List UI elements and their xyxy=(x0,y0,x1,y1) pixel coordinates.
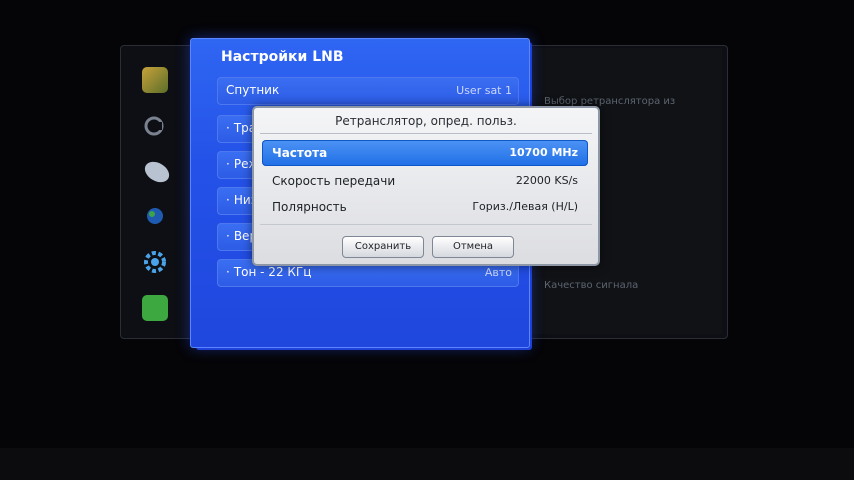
dialog-row-frequency[interactable]: Частота 10700 MHz xyxy=(262,140,588,166)
menu-item-satellite[interactable]: Спутник User sat 1 xyxy=(217,77,519,105)
dialog-row-polarity[interactable]: Полярность Гориз./Левая (H/L) xyxy=(262,194,588,220)
row-label: Скорость передачи xyxy=(272,174,396,188)
dialog-row-symbol-rate[interactable]: Скорость передачи 22000 KS/s xyxy=(262,168,588,194)
menu-category-rail xyxy=(128,55,190,335)
row-label: Частота xyxy=(272,146,328,160)
panel-title: Настройки LNB xyxy=(221,49,344,65)
help-text-signal: Качество сигнала xyxy=(544,280,639,291)
sound-icon[interactable] xyxy=(142,113,168,139)
picture-icon[interactable] xyxy=(142,67,168,93)
row-label: Полярность xyxy=(272,200,347,214)
broadcast-icon[interactable] xyxy=(142,159,170,185)
menu-item-label: Спутник xyxy=(226,83,280,97)
transponder-dialog: Ретранслятор, опред. польз. Частота 1070… xyxy=(252,106,600,266)
row-value: 10700 MHz xyxy=(509,146,578,159)
menu-item-value: Авто xyxy=(484,266,512,279)
support-icon[interactable] xyxy=(142,295,168,321)
cancel-button[interactable]: Отмена xyxy=(432,236,514,258)
menu-item-label: Тон - 22 КГц xyxy=(233,265,312,279)
row-value: Гориз./Левая (H/L) xyxy=(472,200,578,213)
settings-gear-icon[interactable] xyxy=(142,249,168,275)
save-button[interactable]: Сохранить xyxy=(342,236,424,258)
row-value: 22000 KS/s xyxy=(515,174,578,187)
tv-bezel-bottom xyxy=(0,448,854,480)
network-icon[interactable] xyxy=(142,203,168,229)
divider xyxy=(260,224,592,225)
menu-item-value: User sat 1 xyxy=(456,84,512,97)
divider xyxy=(260,133,592,134)
dialog-title: Ретранслятор, опред. польз. xyxy=(335,114,517,128)
